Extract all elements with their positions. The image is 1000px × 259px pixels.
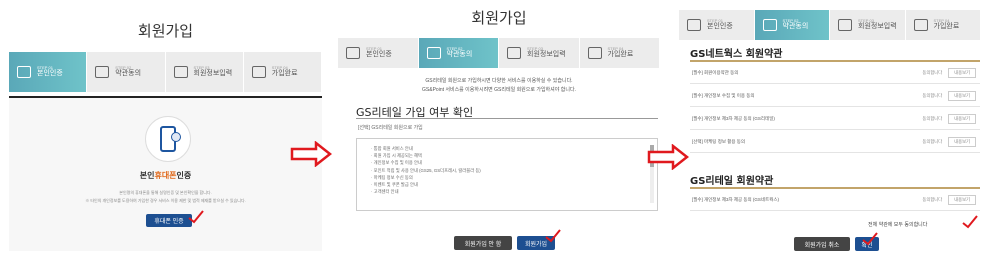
list-item: · 회원 가입 시 제공되는 혜택 xyxy=(371,153,422,159)
step-indicator: STEP 01 본인인증 STEP 02 약관동의 STEP 03 회원정보입력 ST… xyxy=(9,52,322,92)
pencil-icon xyxy=(838,19,852,31)
document-icon xyxy=(762,19,777,31)
list-item: · 마케팅 정보 수신 동의 xyxy=(371,174,413,180)
phone-verify-button[interactable]: 휴대폰 인증 xyxy=(146,214,192,227)
agree-checkbox[interactable]: 동의합니다 xyxy=(922,70,942,76)
monitor-check-icon xyxy=(913,19,928,31)
list-item: · 이벤트 및 쿠폰 발급 안내 xyxy=(371,182,418,188)
step-3: STEP 03 회원정보입력 xyxy=(165,52,244,92)
table-row: [필수] 개인정보 수집 및 이용 동의 동의합니다 내용보기 xyxy=(690,85,980,107)
phone-icon xyxy=(145,116,191,162)
intro-text-2: GS&Point 서비스를 이용하시려면 GS리테일 회원으로 가입하셔야 합니… xyxy=(422,87,576,93)
check-mark-icon xyxy=(188,210,204,224)
pencil-icon xyxy=(173,66,188,78)
agree-all-checkbox[interactable]: 전체 약관에 모두 동의합니다 xyxy=(868,221,927,228)
monitor-check-icon xyxy=(251,66,266,78)
monitor-check-icon xyxy=(587,47,602,59)
arrow-right-icon xyxy=(290,141,332,167)
step-2: STEP 02 약관동의 xyxy=(754,10,830,40)
step-indicator: STEP 01 본인인증 STEP 02 약관동의 STEP 03 회원정보입력 ST… xyxy=(679,10,981,40)
table-row: [필수] 개인정보 제3자 제공 동의 (GS리테일) 동의합니다 내용보기 xyxy=(690,108,980,130)
verification-description: 본인명의 휴대폰을 통해 실명인증 및 본인확인을 합니다. xyxy=(119,190,212,195)
page-title: 회원가입 xyxy=(137,22,194,40)
verification-title: 본인휴대폰인증 xyxy=(139,171,192,180)
list-item: · 고객센터 안내 xyxy=(371,189,399,195)
step-2: STEP 02 약관동의 xyxy=(418,38,499,68)
document-icon xyxy=(95,66,110,78)
phone-auth-icon xyxy=(687,19,701,31)
agree-checkbox[interactable]: 동의합니다 xyxy=(922,139,942,145)
table-row: [선택] 마케팅 정보 활용 동의 동의합니다 내용보기 xyxy=(690,131,980,153)
no-signup-button[interactable]: 회원가입 안 함 xyxy=(454,236,512,250)
list-item: · 포인트 적립 및 사용 안내 (GS25, GS더프레시, 랄라블라 등) xyxy=(371,167,481,173)
verification-box: 본인휴대폰인증 본인명의 휴대폰을 통해 실명인증 및 본인확인을 합니다. ※… xyxy=(9,96,322,251)
table-row: [필수] 회원이용약관 동의 동의합니다 내용보기 xyxy=(690,62,980,84)
verification-notice: ※ 타인의 개인정보를 도용하여 가입한 경우 서비스 이용 제한 및 법적 제… xyxy=(85,198,246,203)
list-item: · 개인정보 수집 및 이용 안내 xyxy=(371,160,422,166)
view-content-button[interactable]: 내용보기 xyxy=(948,194,976,205)
arrow-right-icon xyxy=(647,144,689,170)
list-item: · 통합 회원 서비스 안내 xyxy=(371,146,413,151)
view-content-button[interactable]: 내용보기 xyxy=(948,136,976,147)
check-mark-icon xyxy=(862,232,878,246)
step-4: STEP 04 가입완료 xyxy=(905,10,981,40)
table-row: [필수] 개인정보 제3자 제공 동의 (GS네트웍스) 동의합니다 내용보기 xyxy=(690,189,980,211)
step-1: STEP 01 본인인증 xyxy=(679,10,755,40)
view-content-button[interactable]: 내용보기 xyxy=(948,113,976,124)
step-3: STEP 03 회원정보입력 xyxy=(830,10,906,40)
step-indicator: STEP 01 본인인증 STEP 02 약관동의 STEP 03 회원정보입력 ST… xyxy=(338,38,660,68)
step-2: STEP 02 약관동의 xyxy=(87,52,166,92)
agree-checkbox[interactable]: 동의합니다 xyxy=(922,93,942,99)
check-mark-icon xyxy=(962,215,978,229)
document-icon xyxy=(426,47,441,59)
page-title: 회원가입 xyxy=(471,9,527,27)
pencil-icon xyxy=(507,47,521,59)
phone-auth-icon xyxy=(346,47,360,59)
section-title: GS리테일 회원약관 xyxy=(690,176,774,187)
optional-label: [선택] GS리테일 회원으로 가입 xyxy=(358,125,423,131)
step-4: STEP 04 가입완료 xyxy=(579,38,660,68)
intro-text-1: GS리테일 회원으로 가입하시면 다양한 서비스를 이용하실 수 있습니다. xyxy=(425,78,573,84)
divider xyxy=(356,118,658,119)
phone-auth-icon xyxy=(17,66,31,78)
section-title: GS네트웍스 회원약관 xyxy=(690,49,783,60)
step-1: STEP 01 본인인증 xyxy=(338,38,419,68)
agree-checkbox[interactable]: 동의합니다 xyxy=(922,197,942,203)
terms-scroll-box[interactable]: · 통합 회원 서비스 안내 · 회원 가입 시 제공되는 혜택 · 개인정보 … xyxy=(356,138,658,211)
check-mark-icon xyxy=(545,229,561,243)
step-1: STEP 01 본인인증 xyxy=(9,52,88,92)
view-content-button[interactable]: 내용보기 xyxy=(948,67,976,78)
view-content-button[interactable]: 내용보기 xyxy=(948,90,976,101)
step-4: STEP 04 가입완료 xyxy=(243,52,322,92)
agree-checkbox[interactable]: 동의합니다 xyxy=(922,116,942,122)
step-3: STEP 03 회원정보입력 xyxy=(499,38,580,68)
cancel-signup-button[interactable]: 회원가입 취소 xyxy=(794,237,850,251)
